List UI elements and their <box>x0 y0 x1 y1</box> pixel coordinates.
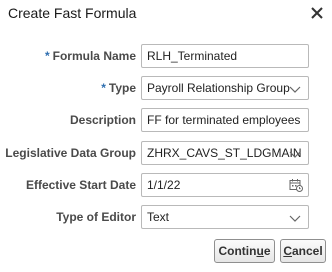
type-of-editor-value: Text <box>147 210 170 224</box>
cancel-button[interactable]: Cancel <box>280 239 326 263</box>
formula-name-input[interactable]: RLH_Terminated <box>141 44 309 68</box>
continue-button[interactable]: Continue <box>214 239 275 263</box>
chevron-down-icon[interactable] <box>289 149 301 159</box>
type-label: * Type <box>101 81 136 95</box>
description-value: FF for terminated employees <box>147 113 301 127</box>
formula-name-value: RLH_Terminated <box>147 49 238 63</box>
chevron-down-icon[interactable] <box>289 84 301 94</box>
create-fast-formula-dialog: Create Fast Formula * Formula Name RLH_Te… <box>0 0 332 272</box>
required-marker: * <box>101 81 106 95</box>
chevron-down-icon[interactable] <box>289 213 301 223</box>
type-select[interactable]: Payroll Relationship Group <box>141 76 309 100</box>
effective-start-date-value: 1/1/22 <box>147 178 181 192</box>
type-value: Payroll Relationship Group <box>147 81 290 95</box>
required-marker: * <box>44 49 50 63</box>
description-label: Description <box>69 113 136 127</box>
legislative-data-group-label: Legislative Data Group <box>5 146 136 160</box>
type-of-editor-select[interactable]: Text <box>141 205 309 229</box>
formula-name-row: * Formula Name RLH_Terminated <box>0 44 332 68</box>
calendar-icon[interactable] <box>289 178 303 192</box>
description-input[interactable]: FF for terminated employees <box>141 108 309 132</box>
formula-name-label: * Formula Name <box>44 49 136 63</box>
description-row: Description FF for terminated employees <box>0 108 332 132</box>
legislative-data-group-row: Legislative Data Group ZHRX_CAVS_ST_LDGM… <box>0 141 332 165</box>
legislative-data-group-select[interactable]: ZHRX_CAVS_ST_LDGMAIN <box>141 141 309 165</box>
effective-start-date-row: Effective Start Date 1/1/22 <box>0 173 332 197</box>
dialog-title: Create Fast Formula <box>8 5 137 21</box>
type-of-editor-row: Type of Editor Text <box>0 205 332 229</box>
effective-start-date-label: Effective Start Date <box>25 178 136 192</box>
close-icon[interactable] <box>310 6 324 20</box>
legislative-data-group-value: ZHRX_CAVS_ST_LDGMAIN <box>147 146 302 160</box>
effective-start-date-input[interactable]: 1/1/22 <box>141 173 309 197</box>
type-row: * Type Payroll Relationship Group <box>0 76 332 100</box>
type-of-editor-label: Type of Editor <box>56 210 136 224</box>
